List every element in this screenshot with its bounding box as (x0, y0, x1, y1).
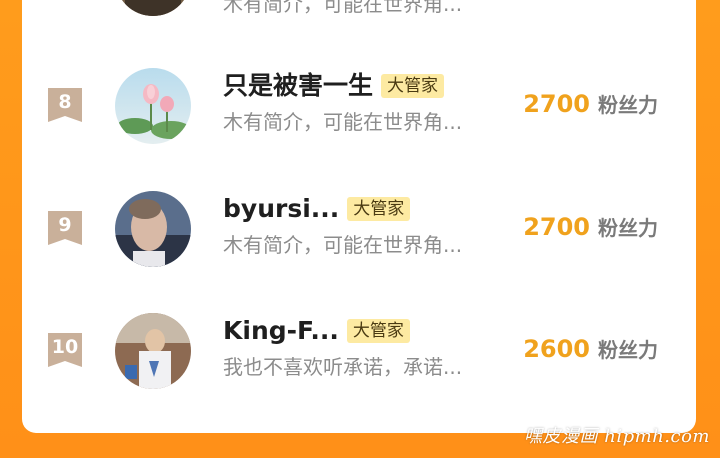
rank-number: 10 (51, 336, 79, 358)
user-name[interactable]: 只是被害一生 (223, 69, 373, 103)
rank-number: 8 (58, 91, 72, 113)
fans-power: 2700 粉丝力 (523, 89, 658, 123)
fans-label: 粉丝力 (598, 338, 658, 362)
fans-label: 粉丝力 (598, 93, 658, 117)
name-line: 只是被害一生 大管家 (223, 69, 445, 103)
fans-value: 2600 (523, 335, 590, 363)
role-badge: 大管家 (381, 74, 445, 98)
rank-number: 9 (58, 214, 72, 236)
user-description: 木有简介，可能在世界角... (223, 110, 463, 134)
ranking-card: 木有简介，可能在世界角... 8 只是被害一生 大管家 木有简介，可能在世界角.… (22, 0, 696, 433)
name-line: King-F... 大管家 (223, 314, 410, 348)
fans-value: 2700 (523, 90, 590, 118)
ranking-row[interactable]: 8 只是被害一生 大管家 木有简介，可能在世界角... 2700 粉丝力 (22, 68, 696, 188)
rank-marker: 10 (48, 333, 82, 367)
user-avatar[interactable] (115, 313, 191, 389)
rank-marker: 8 (48, 88, 82, 122)
user-avatar[interactable] (115, 68, 191, 144)
rank-marker: 9 (48, 211, 82, 245)
fans-power: 2600 粉丝力 (523, 334, 658, 368)
name-line: byursi... 大管家 (223, 192, 411, 226)
user-name[interactable]: King-F... (223, 314, 339, 348)
page-background: 木有简介，可能在世界角... 8 只是被害一生 大管家 木有简介，可能在世界角.… (0, 0, 720, 458)
fans-power: 2700 粉丝力 (523, 212, 658, 246)
ranking-row[interactable]: 10 King-F... 大管家 我也不喜欢听承诺，承诺... 2600 粉丝力 (22, 313, 696, 433)
site-watermark: 嘿皮漫画 hipmh.com (524, 426, 710, 447)
user-description: 木有简介，可能在世界角... (223, 233, 463, 257)
user-description: 我也不喜欢听承诺，承诺... (223, 355, 463, 379)
fans-label: 粉丝力 (598, 216, 658, 240)
role-badge: 大管家 (346, 319, 410, 343)
role-badge: 大管家 (347, 197, 411, 221)
user-avatar[interactable] (115, 0, 191, 16)
ranking-row[interactable]: 木有简介，可能在世界角... (22, 0, 696, 38)
user-description: 木有简介，可能在世界角... (223, 0, 463, 16)
user-avatar[interactable] (115, 191, 191, 267)
ranking-row[interactable]: 9 byursi... 大管家 木有简介，可能在世界角... 2700 粉丝力 (22, 191, 696, 311)
fans-value: 2700 (523, 213, 590, 241)
user-name[interactable]: byursi... (223, 192, 339, 226)
